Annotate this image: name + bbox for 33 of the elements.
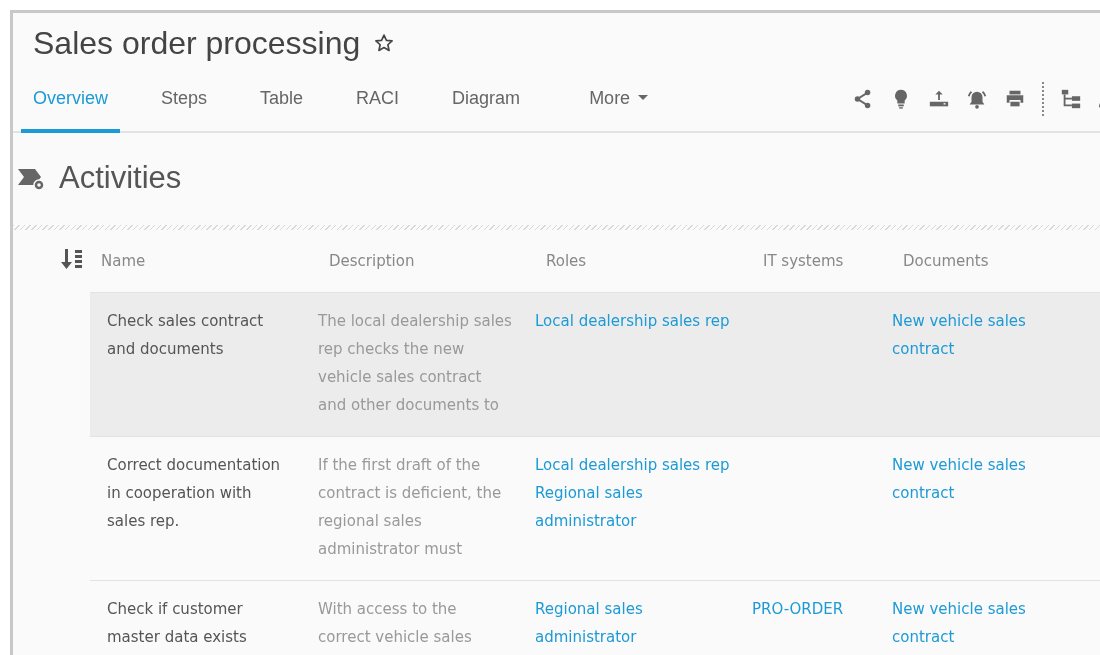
column-header[interactable]: IT systems [749, 252, 889, 270]
tab[interactable]: RACI [344, 67, 412, 133]
column-header[interactable]: Description [315, 252, 532, 270]
activity-name: Check sales contract and documents [107, 311, 264, 360]
star-icon[interactable] [374, 33, 395, 53]
column-header[interactable]: Roles [532, 252, 749, 270]
document-link[interactable]: New vehicle sales contract [892, 307, 1026, 363]
role-link[interactable]: Local dealership sales rep Regional sales administrator [535, 451, 730, 535]
column-header[interactable]: Name [90, 252, 315, 270]
activity-name: Correct documentation in cooperation with sales rep. [107, 455, 281, 532]
table-row[interactable]: Check if customer master data exists With access to the correct vehicle sales Regional sales administrator PRO-ORDER New vehicle sales contract [90, 581, 1100, 655]
activity-name: Check if customer master data exists [107, 599, 247, 648]
role-link[interactable]: Regional sales administrator [535, 595, 643, 651]
tab[interactable]: Table [248, 67, 316, 133]
tab[interactable]: Overview [21, 67, 120, 133]
section-title: Activities [59, 160, 182, 196]
description-text: With access to the correct vehicle sales [318, 599, 472, 648]
table-row[interactable]: Check sales contract and documents The local dealership sales rep checks the new vehicle sales contract and other documents to Local dealership sales rep New vehicle sales contract [90, 293, 1100, 437]
hierarchy-icon[interactable] [1060, 88, 1082, 110]
more-dropdown[interactable]: More [577, 67, 661, 133]
caret-icon [638, 95, 649, 101]
sort-icon[interactable] [60, 248, 84, 270]
description-text: If the first draft of the contract is deficient, the regional sales administrator must [318, 455, 502, 560]
document-link[interactable]: New vehicle sales contract [892, 595, 1026, 651]
document-link[interactable]: New vehicle sales contract [892, 451, 1026, 507]
column-header[interactable]: Documents [889, 252, 1100, 270]
role-link[interactable]: Local dealership sales rep [535, 307, 730, 335]
it-system-link[interactable]: PRO-ORDER [752, 595, 844, 623]
page-title: Sales order processing [33, 24, 361, 62]
tab[interactable]: Steps [149, 67, 220, 133]
tab[interactable]: Diagram [440, 67, 533, 133]
description-text: The local dealership sales rep checks the new vehicle sales contract and other documents to [318, 311, 512, 416]
bell-icon[interactable] [966, 88, 988, 110]
